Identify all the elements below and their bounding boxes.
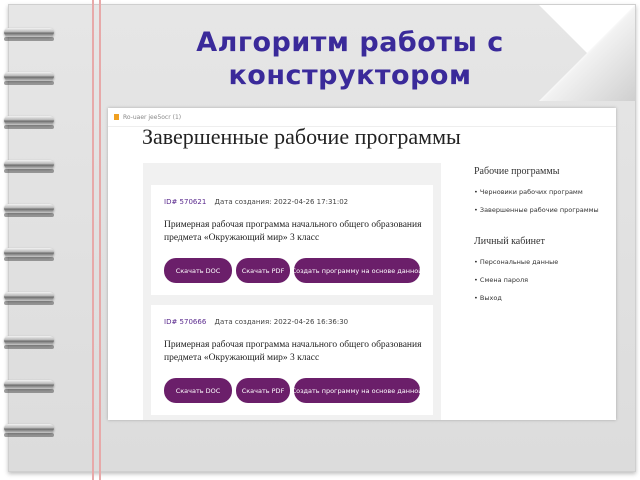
program-id: ID# 570621 (164, 198, 207, 206)
program-date: Дата создания: 2022-04-26 17:31:02 (214, 198, 349, 206)
binding-ring (4, 248, 54, 261)
download-doc-button[interactable]: Скачать DOC (164, 378, 232, 403)
screenshot-panel: Ro-uaer jee5ocr (1) Завершенные рабочие … (108, 108, 616, 420)
margin-line-left (92, 0, 94, 480)
sidebar-item-completed[interactable]: • Завершенные рабочие программы (474, 206, 614, 214)
margin-line-right (99, 0, 101, 480)
binding-ring (4, 380, 54, 393)
document-icon (114, 114, 119, 120)
spiral-binding (0, 0, 60, 480)
binding-ring (4, 424, 54, 437)
download-pdf-button[interactable]: Скачать PDF (236, 258, 290, 283)
slide-title-line1: Алгоритм работы с (196, 27, 504, 58)
programs-list: ID# 570621 Дата создания: 2022-04-26 17:… (143, 163, 441, 420)
sidebar: Рабочие программы • Черновики рабочих пр… (474, 166, 614, 312)
download-pdf-button[interactable]: Скачать PDF (236, 378, 290, 403)
sidebar-heading-programs: Рабочие программы (474, 166, 560, 177)
binding-ring (4, 204, 54, 217)
binding-ring (4, 160, 54, 173)
sidebar-item-logout[interactable]: • Выход (474, 294, 614, 302)
program-card: ID# 570666 Дата создания: 2022-04-26 16:… (151, 305, 433, 415)
program-description: Примерная рабочая программа начального о… (164, 220, 422, 243)
sidebar-item-drafts[interactable]: • Черновики рабочих программ (474, 188, 614, 196)
program-description: Примерная рабочая программа начального о… (164, 340, 422, 363)
binding-ring (4, 116, 54, 129)
sidebar-heading-account: Личный кабинет (474, 236, 545, 247)
slide-title: Алгоритм работы с конструктором (140, 26, 560, 92)
program-meta: ID# 570621 Дата создания: 2022-04-26 17:… (164, 198, 348, 206)
binding-ring (4, 292, 54, 305)
browser-tab-label[interactable]: Ro-uaer jee5ocr (1) (123, 114, 181, 121)
download-doc-button[interactable]: Скачать DOC (164, 258, 232, 283)
binding-ring (4, 336, 54, 349)
sidebar-item-personal-data[interactable]: • Персональные данные (474, 258, 614, 266)
create-from-program-button[interactable]: Создать программу на основе данной (292, 258, 422, 283)
slide-title-line2: конструктором (228, 60, 472, 91)
binding-ring (4, 72, 54, 85)
program-meta: ID# 570666 Дата создания: 2022-04-26 16:… (164, 318, 348, 326)
program-id: ID# 570666 (164, 318, 207, 326)
binding-ring (4, 28, 54, 41)
program-card: ID# 570621 Дата создания: 2022-04-26 17:… (151, 185, 433, 295)
create-from-program-button[interactable]: Создать программу на основе данной (292, 378, 422, 403)
sidebar-item-change-password[interactable]: • Смена пароля (474, 276, 614, 284)
program-date: Дата создания: 2022-04-26 16:36:30 (214, 318, 349, 326)
page-title: Завершенные рабочие программы (142, 124, 461, 149)
